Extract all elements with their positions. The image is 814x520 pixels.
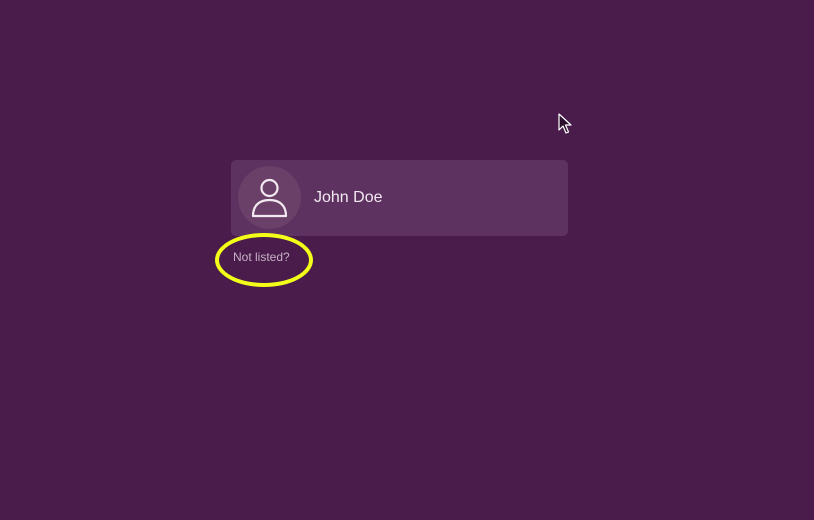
avatar — [238, 166, 301, 229]
user-name: John Doe — [314, 189, 383, 206]
user-silhouette-icon — [251, 178, 288, 218]
login-screen: John Doe Not listed? — [0, 0, 814, 520]
user-list-item-john-doe[interactable]: John Doe — [231, 160, 568, 236]
not-listed-link[interactable]: Not listed? — [233, 250, 290, 265]
mouse-pointer-icon — [558, 113, 572, 140]
